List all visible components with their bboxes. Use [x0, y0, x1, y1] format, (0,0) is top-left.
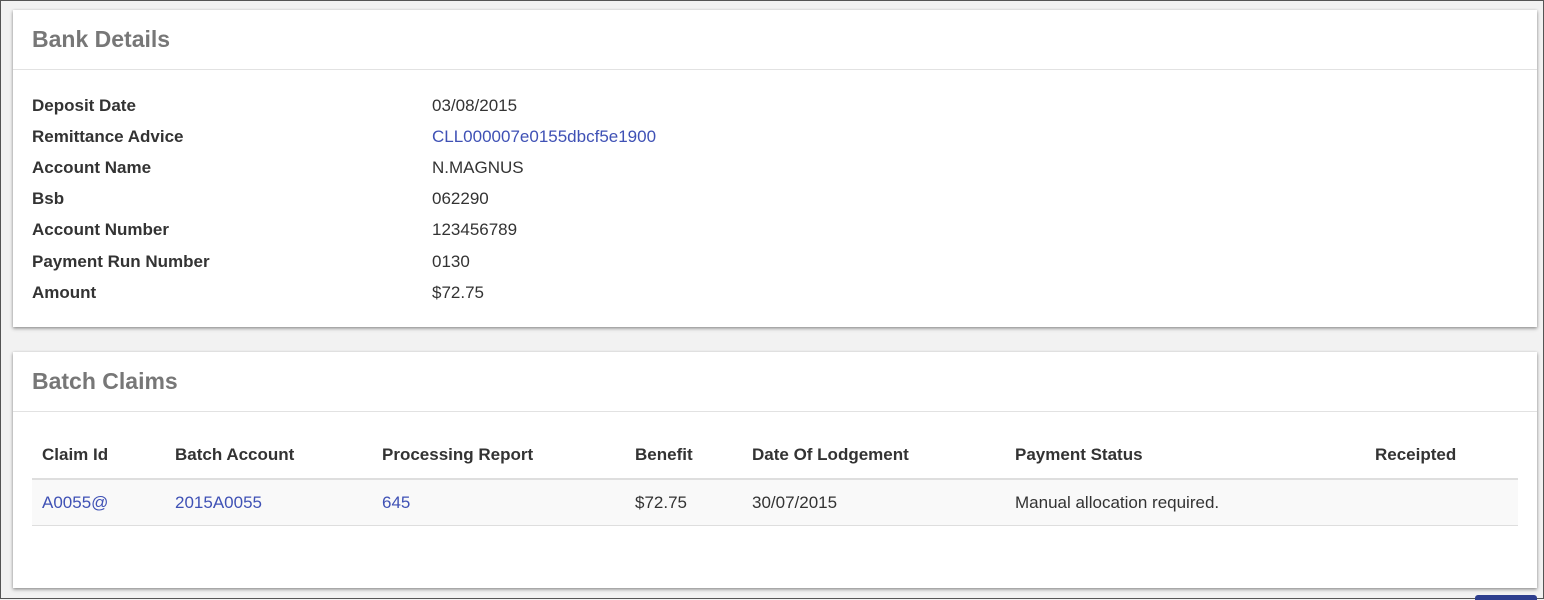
- account-number-label: Account Number: [32, 220, 169, 240]
- column-header-processing-report[interactable]: Processing Report: [372, 432, 625, 480]
- batch-account-cell: 2015A0055: [165, 479, 372, 526]
- detail-row-deposit-date: Deposit Date 03/08/2015: [32, 90, 1518, 121]
- detail-row-bsb: Bsb 062290: [32, 184, 1518, 215]
- detail-row-amount: Amount $72.75: [32, 277, 1518, 308]
- account-name-label: Account Name: [32, 157, 152, 177]
- detail-row-payment-run-number: Payment Run Number 0130: [32, 246, 1518, 277]
- processing-report-cell: 645: [372, 479, 625, 526]
- deposit-date-value: 03/08/2015: [432, 95, 518, 115]
- bsb-label: Bsb: [32, 189, 65, 209]
- detail-row-account-number: Account Number 123456789: [32, 215, 1518, 246]
- payment-status-cell: Manual allocation required.: [1005, 479, 1365, 526]
- bottom-floating-tab[interactable]: [1475, 595, 1537, 600]
- bank-details-card: Bank Details Deposit Date 03/08/2015 Rem…: [13, 10, 1537, 327]
- processing-report-link[interactable]: 645: [382, 493, 410, 512]
- account-number-value: 123456789: [432, 220, 518, 240]
- column-header-benefit[interactable]: Benefit: [625, 432, 742, 480]
- payment-run-number-value: 0130: [432, 251, 470, 271]
- remittance-advice-label: Remittance Advice: [32, 126, 184, 146]
- batch-claims-title: Batch Claims: [32, 368, 178, 394]
- amount-label: Amount: [32, 282, 97, 302]
- table-row: A0055@ 2015A0055 645 $72.75 30/07/2015 M…: [32, 479, 1518, 526]
- deposit-date-label: Deposit Date: [32, 95, 136, 115]
- receipted-cell: [1365, 479, 1518, 526]
- batch-claims-card: Batch Claims Claim Id Batch Account Proc…: [13, 352, 1537, 588]
- bank-details-title: Bank Details: [32, 26, 171, 52]
- column-header-payment-status[interactable]: Payment Status: [1005, 432, 1365, 480]
- batch-claims-table-wrap: Claim Id Batch Account Processing Report…: [13, 412, 1537, 526]
- column-header-batch-account[interactable]: Batch Account: [165, 432, 372, 480]
- column-header-receipted[interactable]: Receipted: [1365, 432, 1518, 480]
- claim-id-cell: A0055@: [32, 479, 165, 526]
- batch-account-link[interactable]: 2015A0055: [175, 493, 262, 512]
- payment-run-number-label: Payment Run Number: [32, 251, 210, 271]
- detail-row-remittance-advice: Remittance Advice CLL000007e0155dbcf5e19…: [32, 121, 1518, 152]
- column-header-claim-id[interactable]: Claim Id: [32, 432, 165, 480]
- remittance-advice-link[interactable]: CLL000007e0155dbcf5e1900: [432, 127, 656, 147]
- bank-details-header: Bank Details: [13, 10, 1537, 70]
- claim-id-link[interactable]: A0055@: [42, 493, 108, 512]
- detail-row-account-name: Account Name N.MAGNUS: [32, 152, 1518, 183]
- table-header-row: Claim Id Batch Account Processing Report…: [32, 432, 1518, 480]
- benefit-cell: $72.75: [625, 479, 742, 526]
- column-header-date-of-lodgement[interactable]: Date Of Lodgement: [742, 432, 1005, 480]
- bsb-value: 062290: [432, 189, 489, 209]
- bank-details-list: Deposit Date 03/08/2015 Remittance Advic…: [13, 70, 1537, 308]
- batch-claims-table: Claim Id Batch Account Processing Report…: [32, 432, 1518, 526]
- account-name-value: N.MAGNUS: [432, 157, 524, 177]
- date-of-lodgement-cell: 30/07/2015: [742, 479, 1005, 526]
- batch-claims-header: Batch Claims: [13, 352, 1537, 412]
- amount-value: $72.75: [432, 282, 484, 302]
